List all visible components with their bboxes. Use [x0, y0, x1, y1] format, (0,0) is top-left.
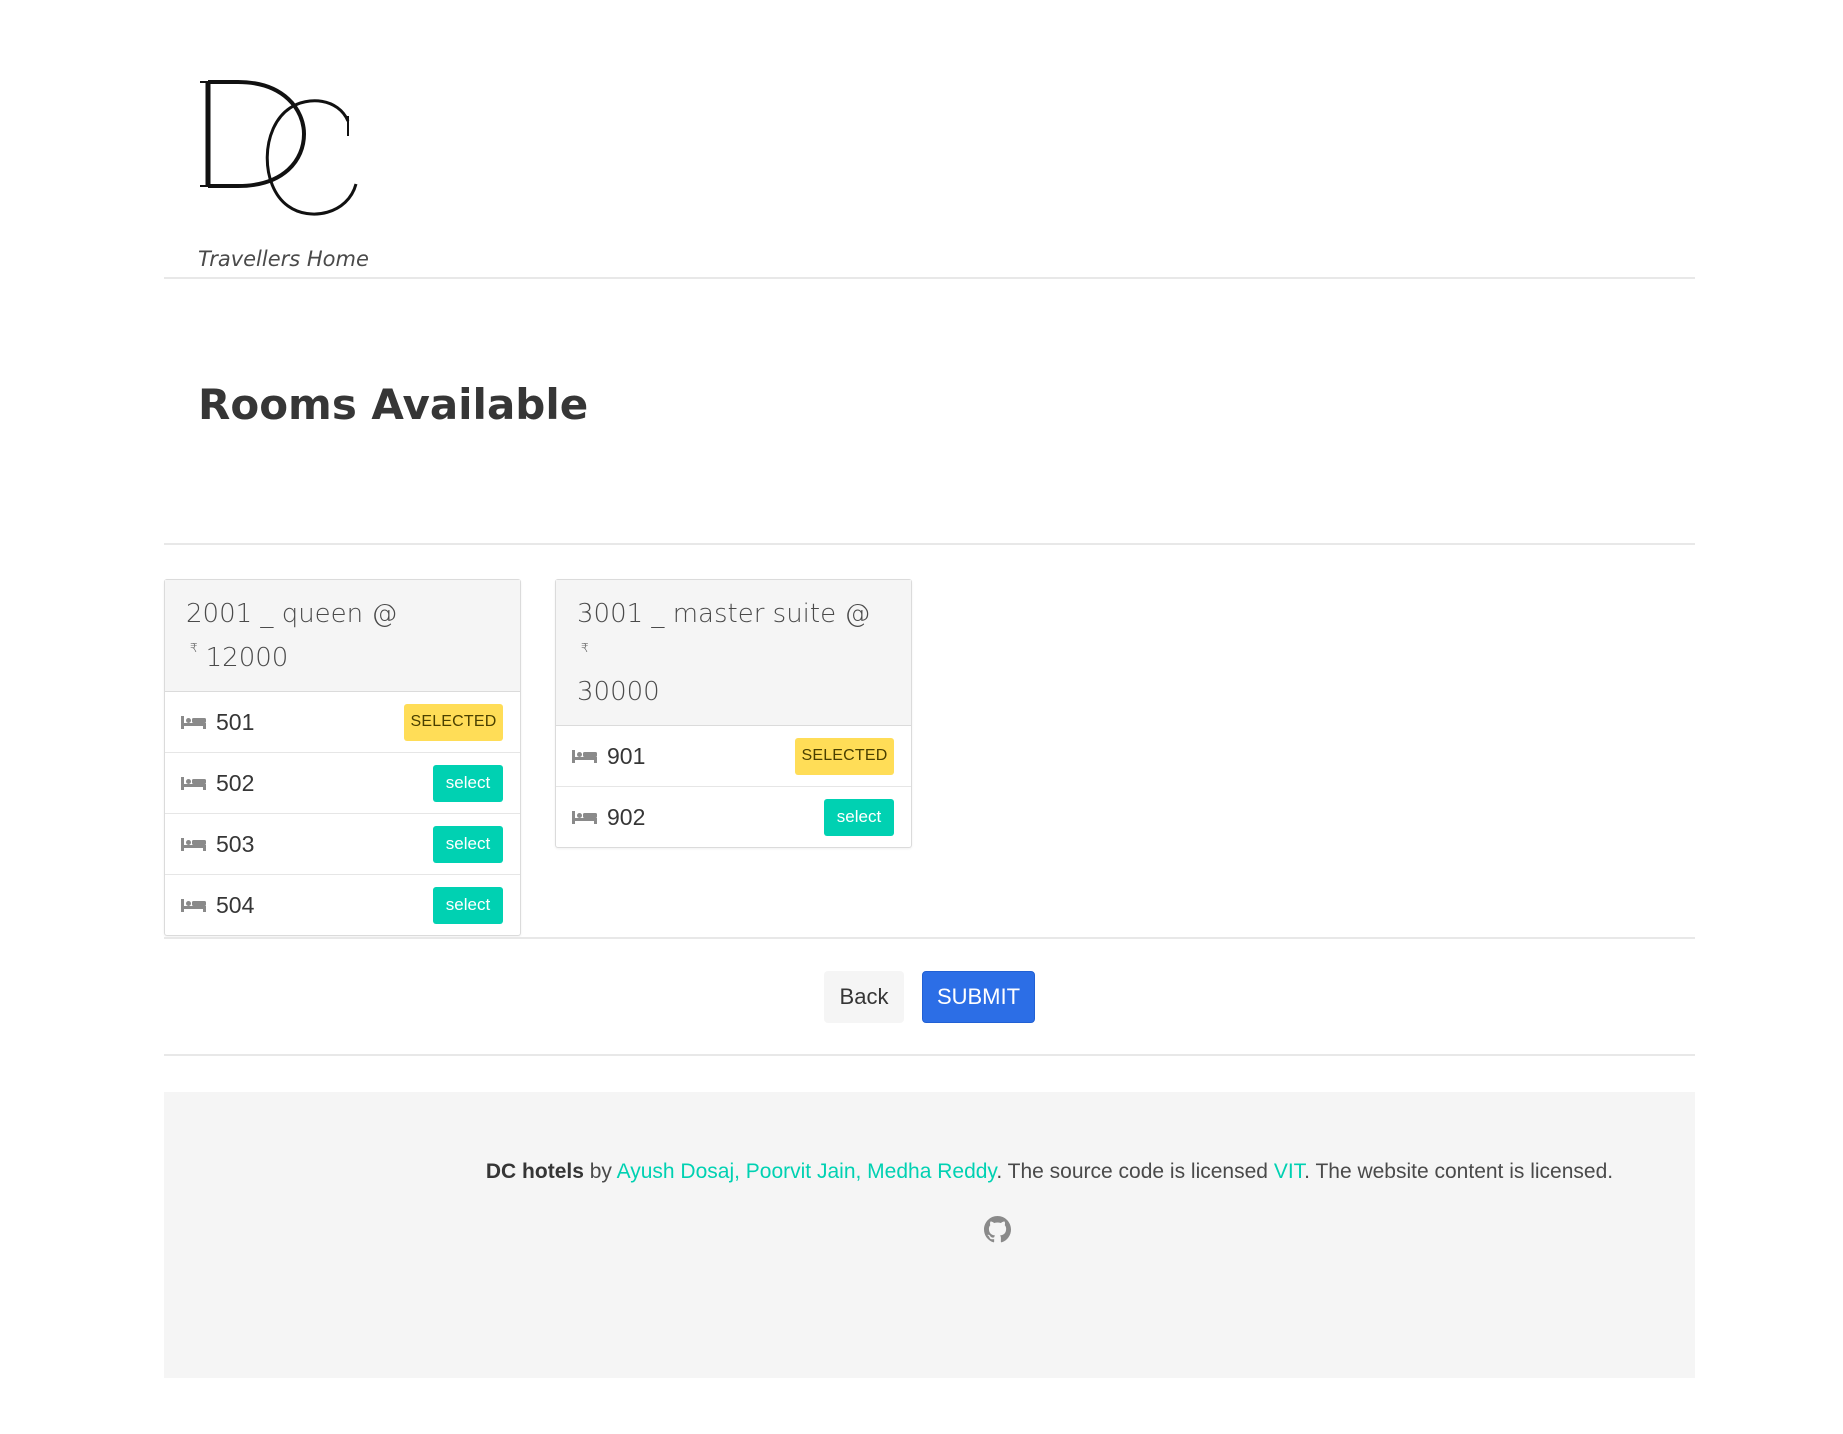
- select-room-button[interactable]: select: [433, 825, 503, 863]
- room-number: 902: [607, 803, 646, 830]
- tagline: Travellers Home: [198, 247, 369, 271]
- footer-brand: DC hotels: [485, 1160, 584, 1183]
- room-row: 502 select: [165, 752, 520, 813]
- rupee-icon: ₹: [581, 641, 589, 655]
- page-title: Rooms Available: [198, 380, 589, 429]
- github-icon[interactable]: [984, 1216, 1011, 1243]
- room-number: 503: [216, 830, 255, 857]
- room-list: 901 SELECTED 902 select: [556, 726, 911, 847]
- footer-credits: DC hotels by Ayush Dosaj, Poorvit Jain, …: [164, 1160, 1695, 1184]
- selected-badge: SELECTED: [795, 737, 894, 775]
- room-number: 502: [216, 769, 255, 796]
- footer-license-text: . The source code is licensed: [996, 1160, 1274, 1183]
- room-row: 501 SELECTED: [165, 692, 520, 752]
- authors-link[interactable]: Ayush Dosaj, Poorvit Jain, Medha Reddy: [617, 1160, 997, 1183]
- bed-icon: [181, 716, 206, 729]
- select-room-button[interactable]: select: [824, 798, 894, 836]
- room-type-card-master-suite: 3001 _ master suite @ ₹30000 901 SELECTE…: [555, 579, 912, 848]
- bed-icon: [181, 899, 206, 912]
- card-header: 3001 _ master suite @ ₹30000: [556, 580, 911, 726]
- dc-logo-mark: [200, 80, 358, 216]
- room-row: 902 select: [556, 786, 911, 847]
- room-number: 504: [216, 891, 255, 918]
- back-button[interactable]: Back: [824, 971, 904, 1023]
- room-number: 901: [607, 742, 646, 769]
- license-link[interactable]: VIT: [1274, 1160, 1304, 1183]
- rupee-icon: ₹: [190, 641, 198, 655]
- logo[interactable]: [198, 76, 368, 236]
- footer-content-text: . The website content is licensed.: [1304, 1160, 1614, 1183]
- room-number: 501: [216, 708, 255, 735]
- selected-badge: SELECTED: [404, 703, 503, 741]
- bed-icon: [181, 838, 206, 851]
- room-row: 503 select: [165, 813, 520, 874]
- room-row: 901 SELECTED: [556, 726, 911, 786]
- actions-divider-bottom: [164, 1054, 1695, 1056]
- select-room-button[interactable]: select: [433, 886, 503, 924]
- room-type-price: 30000: [577, 677, 660, 707]
- bed-icon: [181, 777, 206, 790]
- header-divider: [164, 277, 1695, 279]
- actions-divider-top: [164, 937, 1695, 939]
- room-type-title: 3001 _ master suite @: [577, 599, 871, 629]
- card-header: 2001 _ queen @ ₹12000: [165, 580, 520, 692]
- room-type-title: 2001 _ queen @: [186, 599, 398, 629]
- footer-by: by: [583, 1160, 617, 1183]
- submit-button[interactable]: SUBMIT: [922, 971, 1035, 1023]
- bed-icon: [572, 811, 597, 824]
- section-divider: [164, 543, 1695, 545]
- footer: DC hotels by Ayush Dosaj, Poorvit Jain, …: [164, 1092, 1695, 1378]
- bed-icon: [572, 750, 597, 763]
- room-type-price: 12000: [205, 643, 289, 673]
- select-room-button[interactable]: select: [433, 764, 503, 802]
- page-container: Travellers Home Rooms Available 2001 _ q…: [164, 0, 1695, 1434]
- room-type-card-queen: 2001 _ queen @ ₹12000 501 SELECTED 502 s…: [164, 579, 521, 936]
- room-row: 504 select: [165, 874, 520, 935]
- room-list: 501 SELECTED 502 select 503 select 504 s…: [165, 692, 520, 935]
